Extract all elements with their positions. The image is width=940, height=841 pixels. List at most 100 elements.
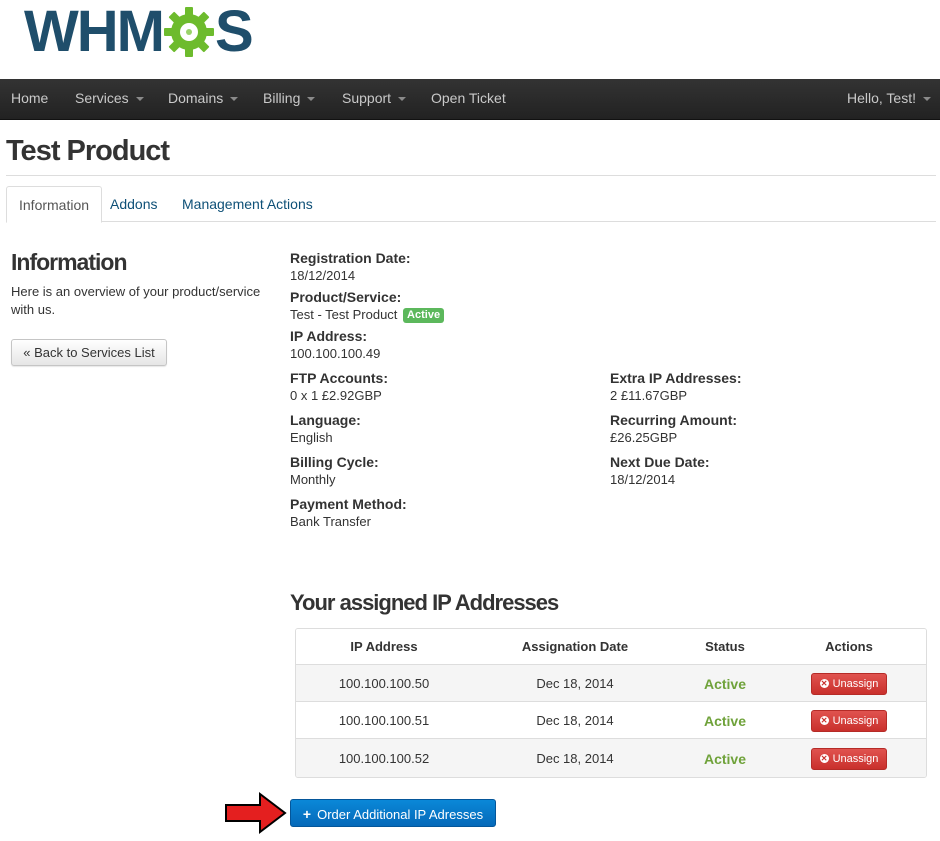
- status-cell: Active: [678, 702, 772, 739]
- back-to-services-button[interactable]: « Back to Services List: [11, 339, 167, 366]
- nav-home[interactable]: Home: [11, 79, 48, 119]
- plus-icon: +: [302, 806, 312, 822]
- nav-open-ticket-label: Open Ticket: [431, 90, 506, 106]
- unassign-button[interactable]: ✕ Unassign: [810, 709, 888, 732]
- page-title: Test Product: [6, 135, 170, 167]
- nav-user-menu[interactable]: Hello, Test!: [847, 79, 931, 119]
- info-label: Registration Date:: [290, 250, 411, 266]
- caret-down-icon: [135, 97, 144, 102]
- nav-home-label: Home: [11, 90, 49, 106]
- info-label: Billing Cycle:: [290, 454, 379, 470]
- info-value: Bank Transfer: [290, 514, 371, 529]
- info-value: Monthly: [290, 472, 336, 487]
- info-value: 0 x 1 £2.92GBP: [290, 388, 382, 403]
- close-circle-icon: ✕: [819, 679, 829, 688]
- info-label: Language:: [290, 412, 361, 428]
- nav-support[interactable]: Support: [342, 79, 407, 119]
- info-value: 18/12/2014: [290, 268, 356, 283]
- red-arrow-icon: [225, 791, 287, 835]
- info-value: 18/12/2014: [610, 472, 676, 487]
- close-circle-icon: ✕: [819, 754, 829, 763]
- order-additional-ip-button[interactable]: + Order Additional IP Adresses: [290, 799, 496, 827]
- logo-text-right: S: [214, 0, 254, 64]
- info-ftp-accounts: FTP Accounts: 0 x 1 £2.92GBP: [290, 369, 388, 405]
- column-header: IP Address: [350, 639, 418, 654]
- nav-user-label: Hello, Test!: [847, 90, 916, 106]
- column-header: Status: [705, 639, 745, 654]
- date-cell: Dec 18, 2014: [536, 676, 614, 691]
- nav-domains[interactable]: Domains: [168, 79, 239, 119]
- actions-cell: ✕ Unassign: [772, 739, 926, 777]
- date-cell: Dec 18, 2014: [536, 751, 614, 766]
- unassign-label: Unassign: [832, 752, 879, 765]
- status-cell: Active: [678, 665, 772, 702]
- ip-cell: 100.100.100.52: [338, 751, 430, 766]
- column-header: Actions: [825, 639, 873, 654]
- actions-cell: ✕ Unassign: [772, 702, 926, 739]
- status-badge: Active: [403, 308, 445, 323]
- nav-support-label: Support: [342, 90, 392, 106]
- table-row: 100.100.100.52 Dec 18, 2014 Active ✕ Unas…: [296, 738, 926, 777]
- info-label: Recurring Amount:: [610, 412, 738, 428]
- ip-cell: 100.100.100.51: [338, 713, 430, 728]
- gear-icon: [163, 7, 214, 57]
- nav-domains-label: Domains: [168, 90, 224, 106]
- tab-information-label: Information: [19, 197, 90, 213]
- main-navbar: Home Services Domains Billing Support Op…: [0, 79, 940, 120]
- info-label: Payment Method:: [290, 496, 407, 512]
- status-text: Active: [703, 675, 747, 692]
- info-next-due-date: Next Due Date: 18/12/2014: [610, 453, 710, 489]
- unassign-button[interactable]: ✕ Unassign: [810, 672, 888, 695]
- info-value: English: [290, 430, 333, 445]
- nav-billing[interactable]: Billing: [263, 79, 316, 119]
- status-text: Active: [703, 750, 747, 767]
- nav-services-label: Services: [75, 90, 129, 106]
- ip-address-table: IP Address Assignation Date Status Actio…: [295, 628, 927, 778]
- info-billing-cycle: Billing Cycle: Monthly: [290, 453, 379, 489]
- nav-services[interactable]: Services: [75, 79, 144, 119]
- sidebar-heading: Information: [11, 249, 127, 275]
- close-circle-icon: ✕: [819, 716, 829, 725]
- sidebar-description: Here is an overview of your product/serv…: [11, 284, 261, 317]
- nav-open-ticket[interactable]: Open Ticket: [431, 79, 506, 119]
- tab-bar: Information Addons Management Actions: [6, 186, 936, 223]
- info-label: IP Address:: [290, 328, 368, 344]
- info-registration-date: Registration Date: 18/12/2014: [290, 249, 411, 285]
- caret-down-icon: [923, 97, 931, 102]
- info-label: FTP Accounts:: [290, 370, 389, 386]
- status-cell: Active: [678, 739, 772, 777]
- table-row: 100.100.100.50 Dec 18, 2014 Active ✕ Unas…: [296, 664, 926, 702]
- info-label: Next Due Date:: [610, 454, 710, 470]
- caret-down-icon: [398, 97, 407, 102]
- info-value: £26.25GBP: [610, 430, 678, 445]
- date-cell: Dec 18, 2014: [536, 713, 614, 728]
- ip-section-heading: Your assigned IP Addresses: [290, 590, 559, 615]
- unassign-label: Unassign: [832, 677, 879, 690]
- info-recurring-amount: Recurring Amount: £26.25GBP: [610, 411, 737, 447]
- order-button-label: Order Additional IP Adresses: [317, 807, 484, 822]
- info-value: Test - Test Product Active: [290, 306, 445, 324]
- tab-addons-label: Addons: [110, 196, 158, 212]
- status-text: Active: [703, 712, 747, 729]
- tab-management-actions[interactable]: Management Actions: [170, 186, 325, 221]
- column-header: Assignation Date: [521, 639, 629, 654]
- info-product-service: Product/Service: Test - Test Product Act…: [290, 288, 445, 324]
- caret-down-icon: [307, 97, 316, 102]
- nav-billing-label: Billing: [263, 90, 301, 106]
- info-label: Product/Service:: [290, 289, 402, 305]
- caret-down-icon: [230, 97, 239, 102]
- info-label: Extra IP Addresses:: [610, 370, 742, 386]
- table-row: 100.100.100.51 Dec 18, 2014 Active ✕ Unas…: [296, 701, 926, 739]
- table-header-row: IP Address Assignation Date Status Actio…: [296, 629, 926, 664]
- title-divider: [6, 175, 936, 176]
- whmcs-logo[interactable]: WHM S: [24, 0, 254, 64]
- actions-cell: ✕ Unassign: [772, 665, 926, 702]
- info-value: 2 £11.67GBP: [610, 388, 688, 403]
- unassign-button[interactable]: ✕ Unassign: [810, 747, 888, 770]
- ip-cell: 100.100.100.50: [338, 676, 430, 691]
- tab-addons[interactable]: Addons: [98, 186, 169, 221]
- tab-information[interactable]: Information: [6, 186, 103, 223]
- info-ip-address: IP Address: 100.100.100.49: [290, 327, 380, 363]
- tab-management-actions-label: Management Actions: [182, 196, 313, 212]
- unassign-label: Unassign: [832, 714, 879, 727]
